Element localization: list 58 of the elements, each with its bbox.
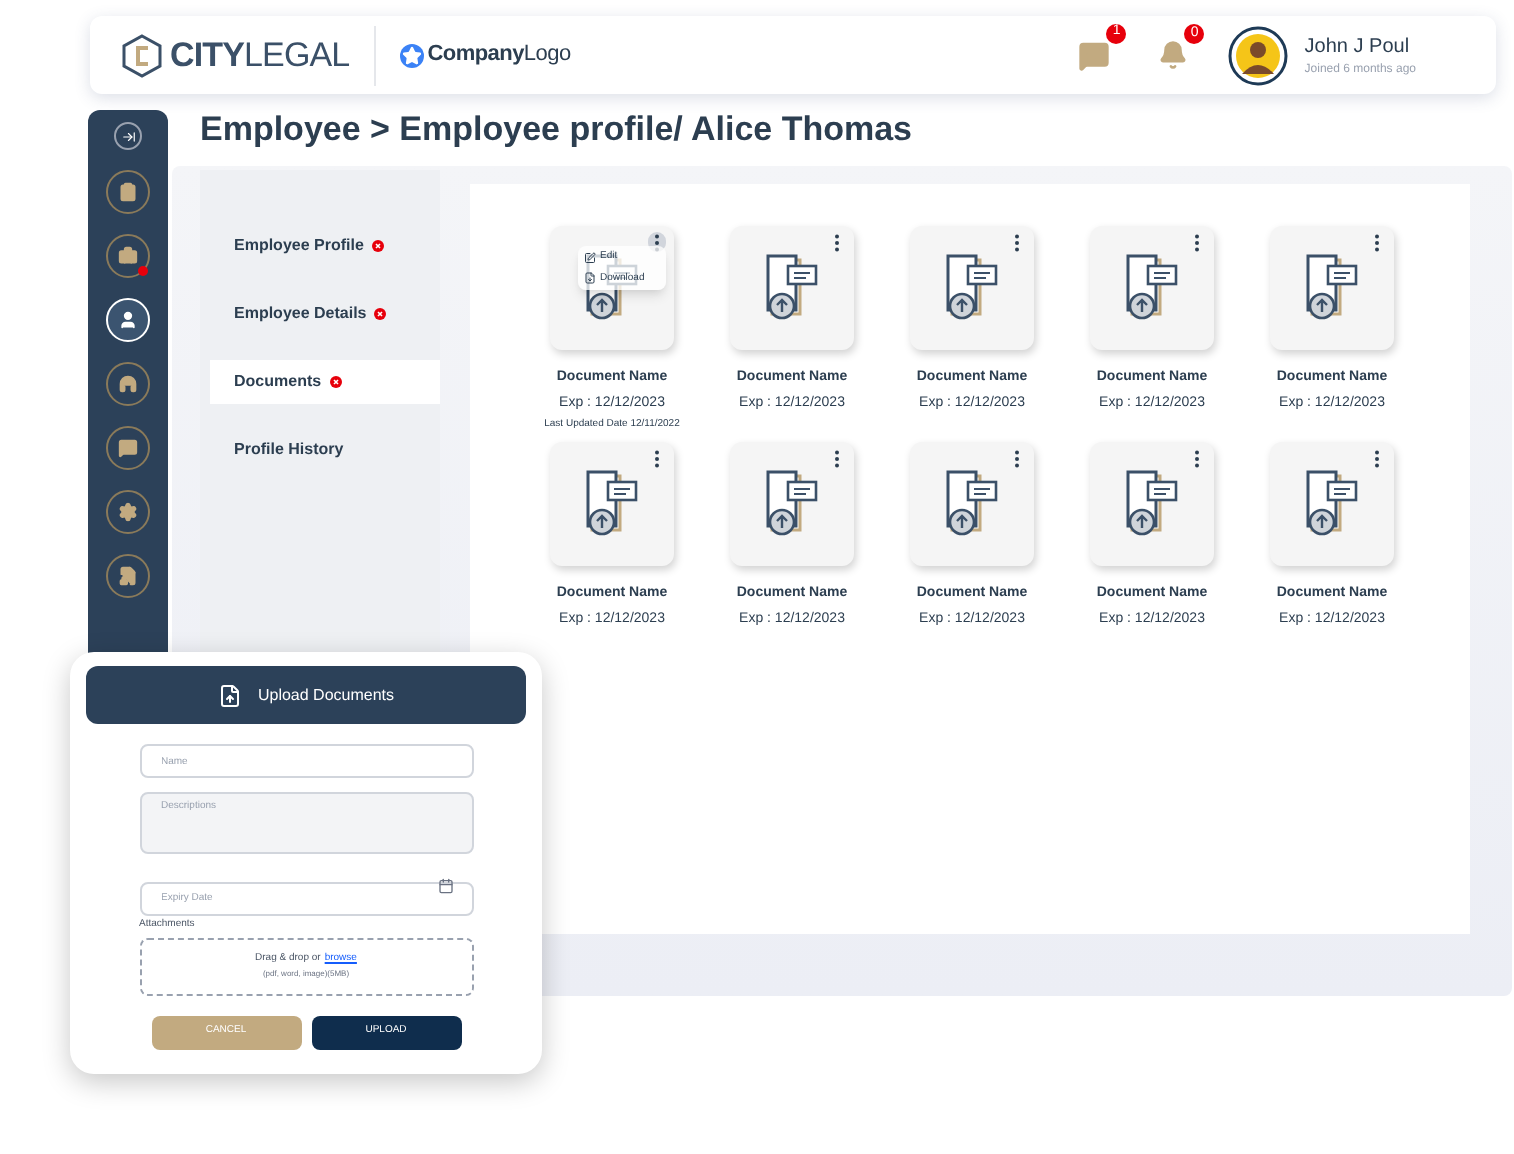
- document-upload-icon: [1302, 254, 1362, 322]
- file-upload-icon: [217, 683, 242, 707]
- document-upload-icon: [942, 254, 1002, 322]
- document-upload-icon: [582, 470, 642, 538]
- document-upload-icon: [762, 254, 822, 322]
- more-icon[interactable]: [1374, 233, 1380, 251]
- edit-icon: [584, 251, 596, 264]
- sidebar-item[interactable]: [106, 234, 150, 278]
- headphones-icon: [118, 374, 138, 394]
- document-card[interactable]: [550, 442, 674, 566]
- brand-name: CITYLEGAL: [170, 33, 350, 78]
- profile-nav-item[interactable]: Documents: [210, 360, 440, 404]
- more-icon[interactable]: [1194, 233, 1200, 251]
- download-icon: [584, 272, 596, 285]
- profile-nav-item[interactable]: Profile History: [210, 428, 440, 472]
- star-icon: [399, 43, 424, 67]
- collapse-icon: [121, 129, 135, 143]
- document-card[interactable]: [730, 442, 854, 566]
- document-upload-icon: [1122, 254, 1182, 322]
- document-upload-icon: [1302, 470, 1362, 538]
- more-icon[interactable]: [834, 233, 840, 251]
- page-title: Employee > Employee profile/ Alice Thomas: [200, 110, 915, 152]
- profile-nav-item[interactable]: Employee Details: [210, 292, 440, 336]
- profile-nav-item[interactable]: Employee Profile: [210, 224, 440, 268]
- sidebar-item[interactable]: [106, 490, 150, 534]
- sidebar-item[interactable]: [106, 170, 150, 214]
- document-upload-icon: [942, 470, 1002, 538]
- calendar-icon[interactable]: [437, 877, 453, 893]
- avatar[interactable]: [1228, 25, 1289, 85]
- document-card[interactable]: [1090, 226, 1214, 350]
- more-icon[interactable]: [834, 449, 840, 467]
- user-name: John J Poul: [1304, 33, 1412, 61]
- document-upload-icon: [1122, 470, 1182, 538]
- chat-icon: [118, 438, 138, 458]
- more-icon[interactable]: [654, 449, 660, 467]
- sidebar-item[interactable]: [106, 426, 150, 470]
- document-card[interactable]: [1270, 442, 1394, 566]
- dialog-title: Upload Documents: [257, 683, 395, 707]
- sidebar-item[interactable]: [106, 362, 150, 406]
- more-icon[interactable]: [1014, 449, 1020, 467]
- sidebar-item[interactable]: [106, 554, 150, 598]
- document-card[interactable]: [730, 226, 854, 350]
- document-card[interactable]: [910, 442, 1034, 566]
- document-card[interactable]: [1090, 442, 1214, 566]
- more-icon[interactable]: [1014, 233, 1020, 251]
- document-upload-icon: [762, 470, 822, 538]
- document-card[interactable]: [910, 226, 1034, 350]
- company-logo: CompanyLogo: [427, 40, 571, 71]
- settings-icon: [118, 502, 138, 522]
- document-card[interactable]: [1270, 226, 1394, 350]
- more-icon[interactable]: [1374, 449, 1380, 467]
- collapse-button[interactable]: [114, 122, 142, 150]
- clipboard-icon: [118, 182, 138, 202]
- logo-icon: [122, 33, 162, 77]
- briefcase-icon: [118, 246, 138, 266]
- more-icon[interactable]: [1194, 449, 1200, 467]
- file-lock-icon: [118, 566, 138, 586]
- user-icon: [118, 310, 138, 330]
